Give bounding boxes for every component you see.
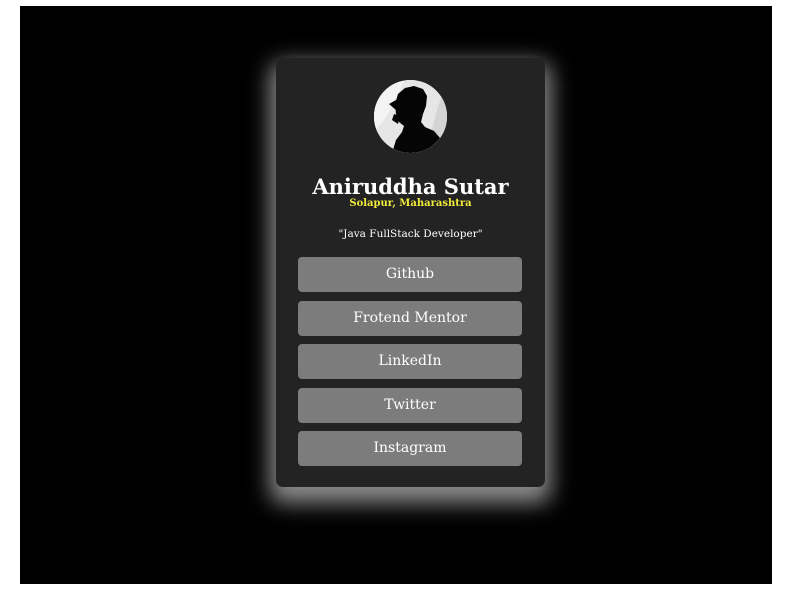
twitter-link-button[interactable]: Twitter (298, 387, 522, 423)
github-link-button[interactable]: Github (298, 257, 522, 292)
profile-card: Aniruddha Sutar Solapur, Maharashtra "Ja… (276, 58, 545, 487)
instagram-link-button[interactable]: Instagram (298, 431, 522, 466)
profile-avatar (374, 80, 447, 153)
frontend-mentor-link-button[interactable]: Frotend Mentor (298, 300, 522, 336)
profile-tagline: "Java FullStack Developer" (338, 228, 483, 240)
linkedin-link-button[interactable]: LinkedIn (298, 344, 522, 379)
person-silhouette-icon (374, 80, 447, 153)
social-links-list: Github Frotend Mentor LinkedIn Twitter I… (298, 257, 522, 475)
profile-name: Aniruddha Sutar (312, 174, 509, 199)
page-background: Aniruddha Sutar Solapur, Maharashtra "Ja… (20, 6, 772, 584)
profile-location: Solapur, Maharashtra (349, 198, 472, 209)
